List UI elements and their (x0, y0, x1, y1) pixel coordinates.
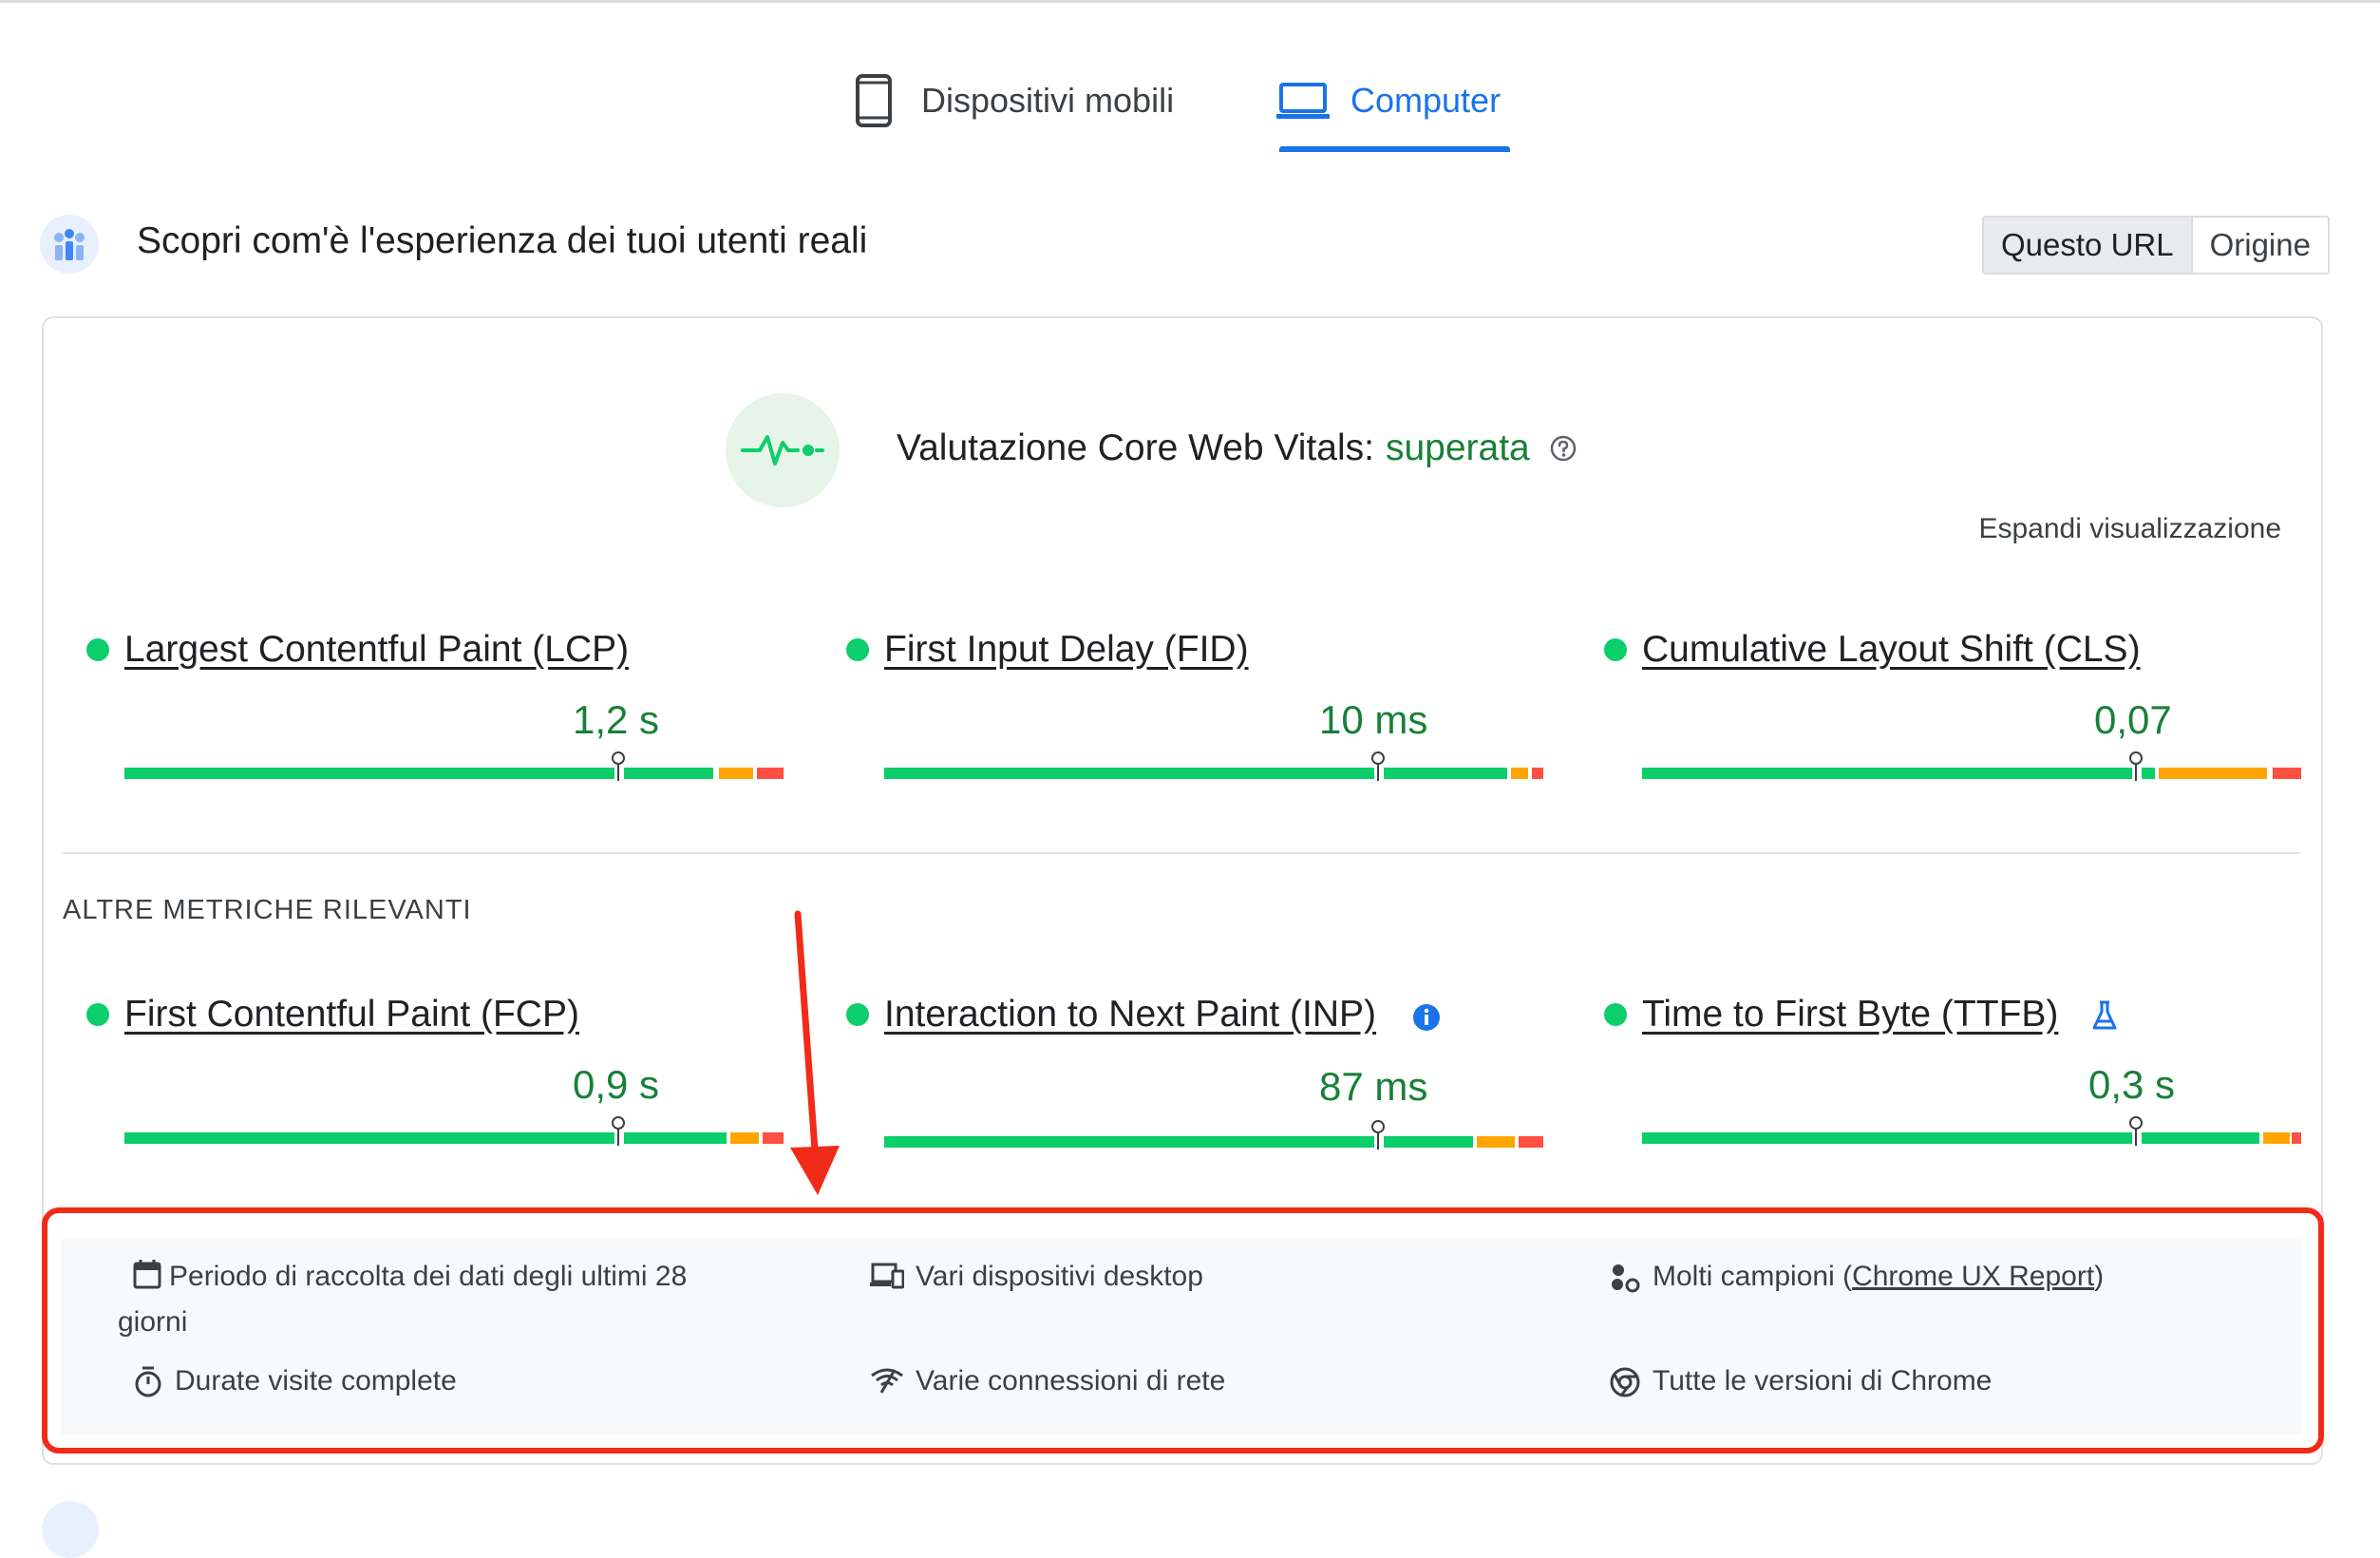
tab-desktop-label: Computer (1351, 81, 1502, 120)
percentile-marker (612, 751, 625, 781)
cwv-assessment: Valutazione Core Web Vitals: superata (897, 428, 1577, 469)
percentile-marker (612, 1116, 625, 1146)
metric-name[interactable]: Interaction to Next Paint (INP) (884, 994, 1376, 1036)
distribution-bar (884, 768, 1543, 779)
percentile-marker (2129, 751, 2143, 781)
highlight-box (42, 1207, 2324, 1454)
status-dot (1604, 1003, 1627, 1026)
metric-value: 1,2 s (573, 697, 660, 742)
percentile-marker (1371, 1120, 1385, 1150)
top-border (0, 0, 2380, 3)
distribution-bar (124, 1132, 784, 1144)
metric-name[interactable]: Cumulative Layout Shift (CLS) (1642, 629, 2141, 671)
distribution-bar (1642, 768, 2301, 779)
active-tab-indicator (1279, 146, 1510, 152)
percentile-marker (2129, 1116, 2143, 1146)
cwv-status: superata (1385, 428, 1530, 468)
percentile-marker (1371, 751, 1385, 781)
cwv-pulse-icon (726, 393, 840, 507)
field-data-icon (40, 215, 99, 274)
tab-mobile[interactable]: Dispositivi mobili (855, 63, 1174, 139)
metric-value: 0,3 s (2088, 1062, 2176, 1107)
metric-lcp: Largest Contentful Paint (LCP) 1,2 s (86, 629, 784, 819)
metric-ttfb: Time to First Byte (TTFB) 0,3 s (1604, 994, 2301, 1184)
partial-section-icon (42, 1501, 99, 1558)
laptop-icon (1276, 83, 1330, 119)
metric-value: 0,07 (2094, 697, 2172, 742)
tab-desktop[interactable]: Computer (1276, 63, 1501, 139)
info-icon[interactable] (1412, 1003, 1441, 1032)
experimental-flask-icon (2092, 1000, 2117, 1030)
expand-view-link[interactable]: Espandi visualizzazione (1978, 513, 2281, 545)
toggle-origin[interactable]: Origine (2192, 218, 2328, 273)
tab-mobile-label: Dispositivi mobili (921, 81, 1175, 120)
metric-cls: Cumulative Layout Shift (CLS) 0,07 (1604, 629, 2301, 819)
metric-value: 10 ms (1319, 697, 1428, 742)
metric-value: 0,9 s (573, 1062, 660, 1107)
smartphone-icon (856, 74, 892, 127)
status-dot (86, 638, 109, 661)
metric-name[interactable]: First Contentful Paint (FCP) (124, 994, 579, 1036)
distribution-bar (124, 768, 784, 779)
metric-inp: Interaction to Next Paint (INP) 87 ms (846, 994, 1543, 1184)
status-dot (846, 1003, 869, 1026)
metric-fcp: First Contentful Paint (FCP) 0,9 s (86, 994, 784, 1184)
section-divider (63, 852, 2300, 854)
metric-fid: First Input Delay (FID) 10 ms (846, 629, 1543, 819)
toggle-this-url[interactable]: Questo URL (1984, 218, 2193, 273)
status-dot (86, 1003, 109, 1026)
distribution-bar (884, 1136, 1543, 1148)
help-icon[interactable] (1549, 434, 1577, 463)
section-title: Scopri com'è l'esperienza dei tuoi utent… (137, 220, 868, 261)
url-origin-toggle: Questo URL Origine (1982, 216, 2330, 275)
metric-name[interactable]: Time to First Byte (TTFB) (1642, 994, 2058, 1036)
metric-name[interactable]: Largest Contentful Paint (LCP) (124, 629, 629, 671)
metric-value: 87 ms (1319, 1064, 1428, 1109)
cwv-label: Valutazione Core Web Vitals: (897, 428, 1374, 468)
metric-name[interactable]: First Input Delay (FID) (884, 629, 1249, 671)
distribution-bar (1642, 1132, 2301, 1144)
status-dot (1604, 638, 1627, 661)
status-dot (846, 638, 869, 661)
other-metrics-label: ALTRE METRICHE RILEVANTI (63, 895, 472, 925)
